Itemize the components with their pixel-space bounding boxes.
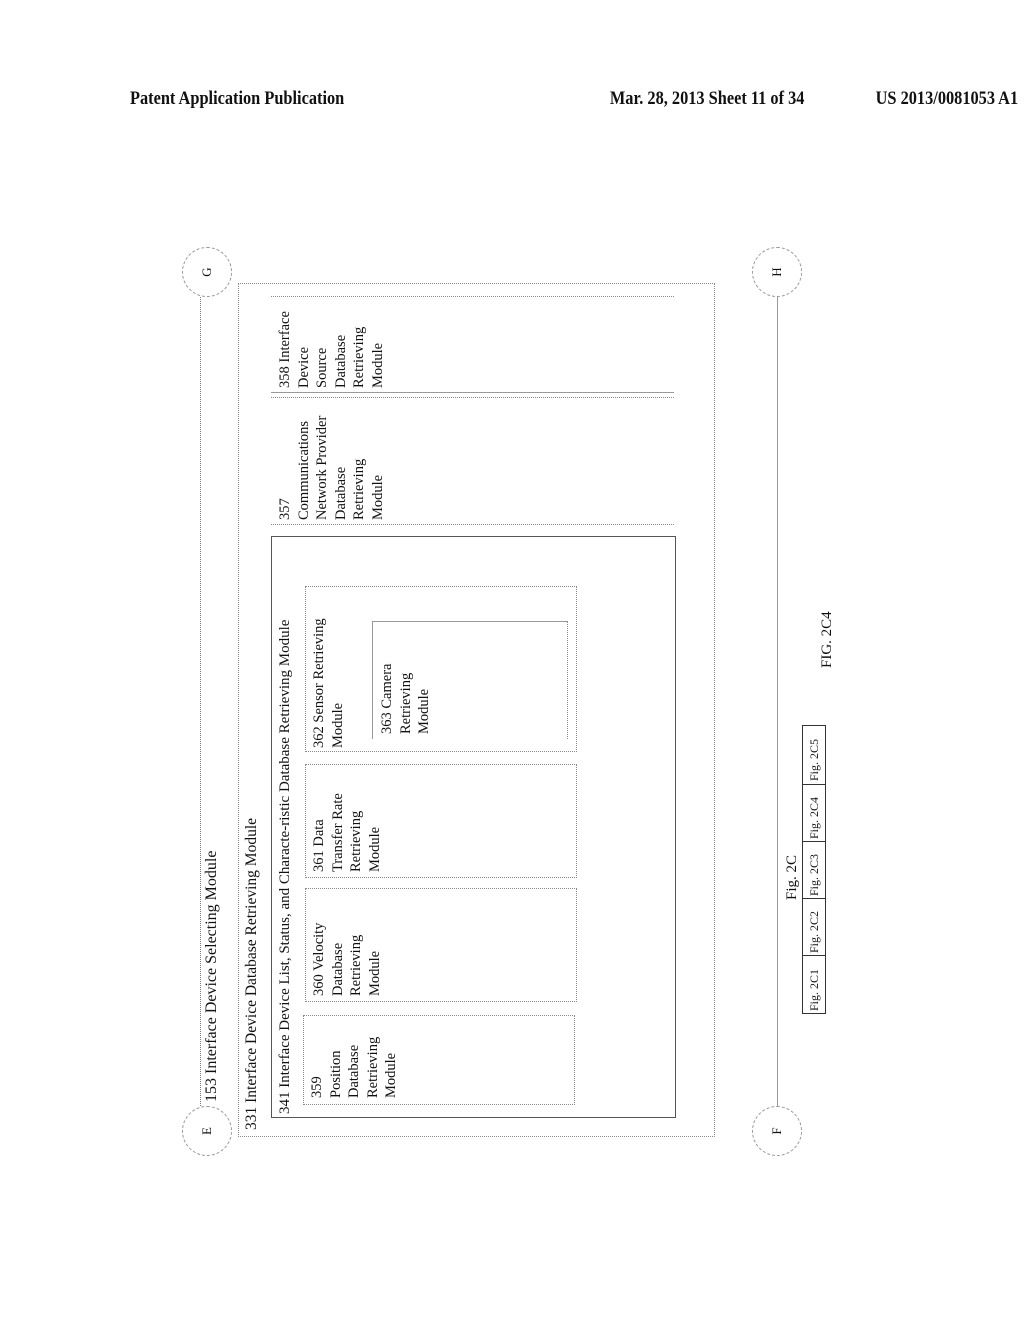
module-360-line: Database	[329, 942, 346, 996]
module-360-line: Retrieving	[348, 934, 364, 996]
module-362-line: 362 Sensor Retrieving	[311, 618, 327, 748]
connector-e-label: E	[199, 1127, 214, 1135]
module-358-line: 358 Interface	[277, 311, 293, 388]
module-359-line: Module	[383, 1052, 399, 1098]
module-358-label: 358 Interface Device Source Database Ret…	[276, 311, 387, 388]
patent-number: US 2013/0081053 A1	[875, 88, 1019, 109]
module-362-label: 362 Sensor Retrieving Module	[310, 618, 347, 748]
figure-index-table: Fig. 2C5 Fig. 2C4 Fig. 2C3 Fig. 2C2 Fig.…	[802, 725, 826, 1014]
figure-index-cell-label: Fig. 2C3	[807, 853, 821, 896]
connector-h: H	[752, 247, 802, 297]
module-362-line: Module	[329, 702, 346, 748]
figure-index-cell: Fig. 2C5	[803, 726, 825, 784]
module-357-line: 357	[277, 498, 293, 520]
module-361-line: Retrieving	[348, 810, 364, 872]
figure-index-cell-label: Fig. 2C2	[807, 910, 821, 953]
module-357-line: Retrieving	[351, 458, 367, 520]
module-359-line: Retrieving	[364, 1036, 381, 1098]
module-358-line: Database	[332, 334, 349, 388]
connector-e: E	[182, 1106, 232, 1156]
figure-index-cell: Fig. 2C2	[803, 898, 825, 955]
figure-index-cell-label: Fig. 2C4	[807, 796, 821, 839]
figure-index-title: Fig. 2C	[784, 854, 800, 900]
figure-index-cell-label: Fig. 2C5	[807, 738, 821, 781]
connector-f: F	[752, 1106, 802, 1156]
module-363-label: 363 Camera Retrieving Module	[378, 664, 434, 734]
module-361-label: 361 Data Transfer Rate Retrieving Module	[310, 793, 384, 872]
connector-h-label: H	[769, 267, 784, 277]
module-331-label: 331 Interface Device Database Retrieving…	[243, 817, 260, 1130]
figure-index-cell: Fig. 2C1	[803, 955, 825, 1013]
module-360-line: 360 Velocity	[311, 922, 327, 996]
module-361-line: 361 Data	[311, 819, 327, 872]
module-357-line: Network Provider	[314, 415, 330, 520]
connector-line-left	[200, 297, 201, 1106]
module-358-line: Source	[314, 347, 330, 388]
module-361-line: Transfer Rate	[329, 793, 346, 872]
connector-g-label: G	[199, 267, 214, 277]
module-363-line: Retrieving	[397, 672, 414, 734]
module-360-line: Module	[366, 950, 383, 996]
module-360-label: 360 Velocity Database Retrieving Module	[310, 923, 384, 996]
figure-index-cell-label: Fig. 2C1	[807, 968, 821, 1011]
module-358-line: Module	[369, 342, 386, 388]
module-359-line: 359	[309, 1076, 325, 1098]
figure-index-cell: Fig. 2C3	[803, 841, 825, 898]
date-sheet: Mar. 28, 2013 Sheet 11 of 34	[609, 88, 805, 109]
module-357-line: Communications	[295, 420, 312, 520]
module-153-label: 153 Interface Device Selecting Module	[203, 850, 220, 1102]
connector-g: G	[182, 247, 232, 297]
module-357-label: 357 Communications Network Provider Data…	[276, 416, 387, 520]
figure-label: FIG. 2C4	[819, 611, 835, 668]
module-359-line: Database	[346, 1044, 362, 1098]
module-363-line: Module	[416, 688, 432, 734]
module-359-line: Position	[327, 1050, 344, 1098]
connector-line-right	[777, 297, 778, 1106]
publication-label: Patent Application Publication	[130, 88, 345, 109]
module-363-line: 363 Camera	[379, 663, 395, 734]
module-357-line: Database	[332, 466, 349, 520]
module-361-line: Module	[366, 826, 383, 872]
module-358-line: Retrieving	[351, 326, 367, 388]
module-359-label: 359 Position Database Retrieving Module	[308, 1037, 401, 1098]
module-341-label: 341 Interface Device List, Status, and C…	[277, 619, 293, 1114]
module-358-line: Device	[295, 346, 312, 388]
connector-f-label: F	[769, 1127, 784, 1135]
figure-index-cell: Fig. 2C4	[803, 784, 825, 841]
module-357-line: Module	[369, 474, 386, 520]
